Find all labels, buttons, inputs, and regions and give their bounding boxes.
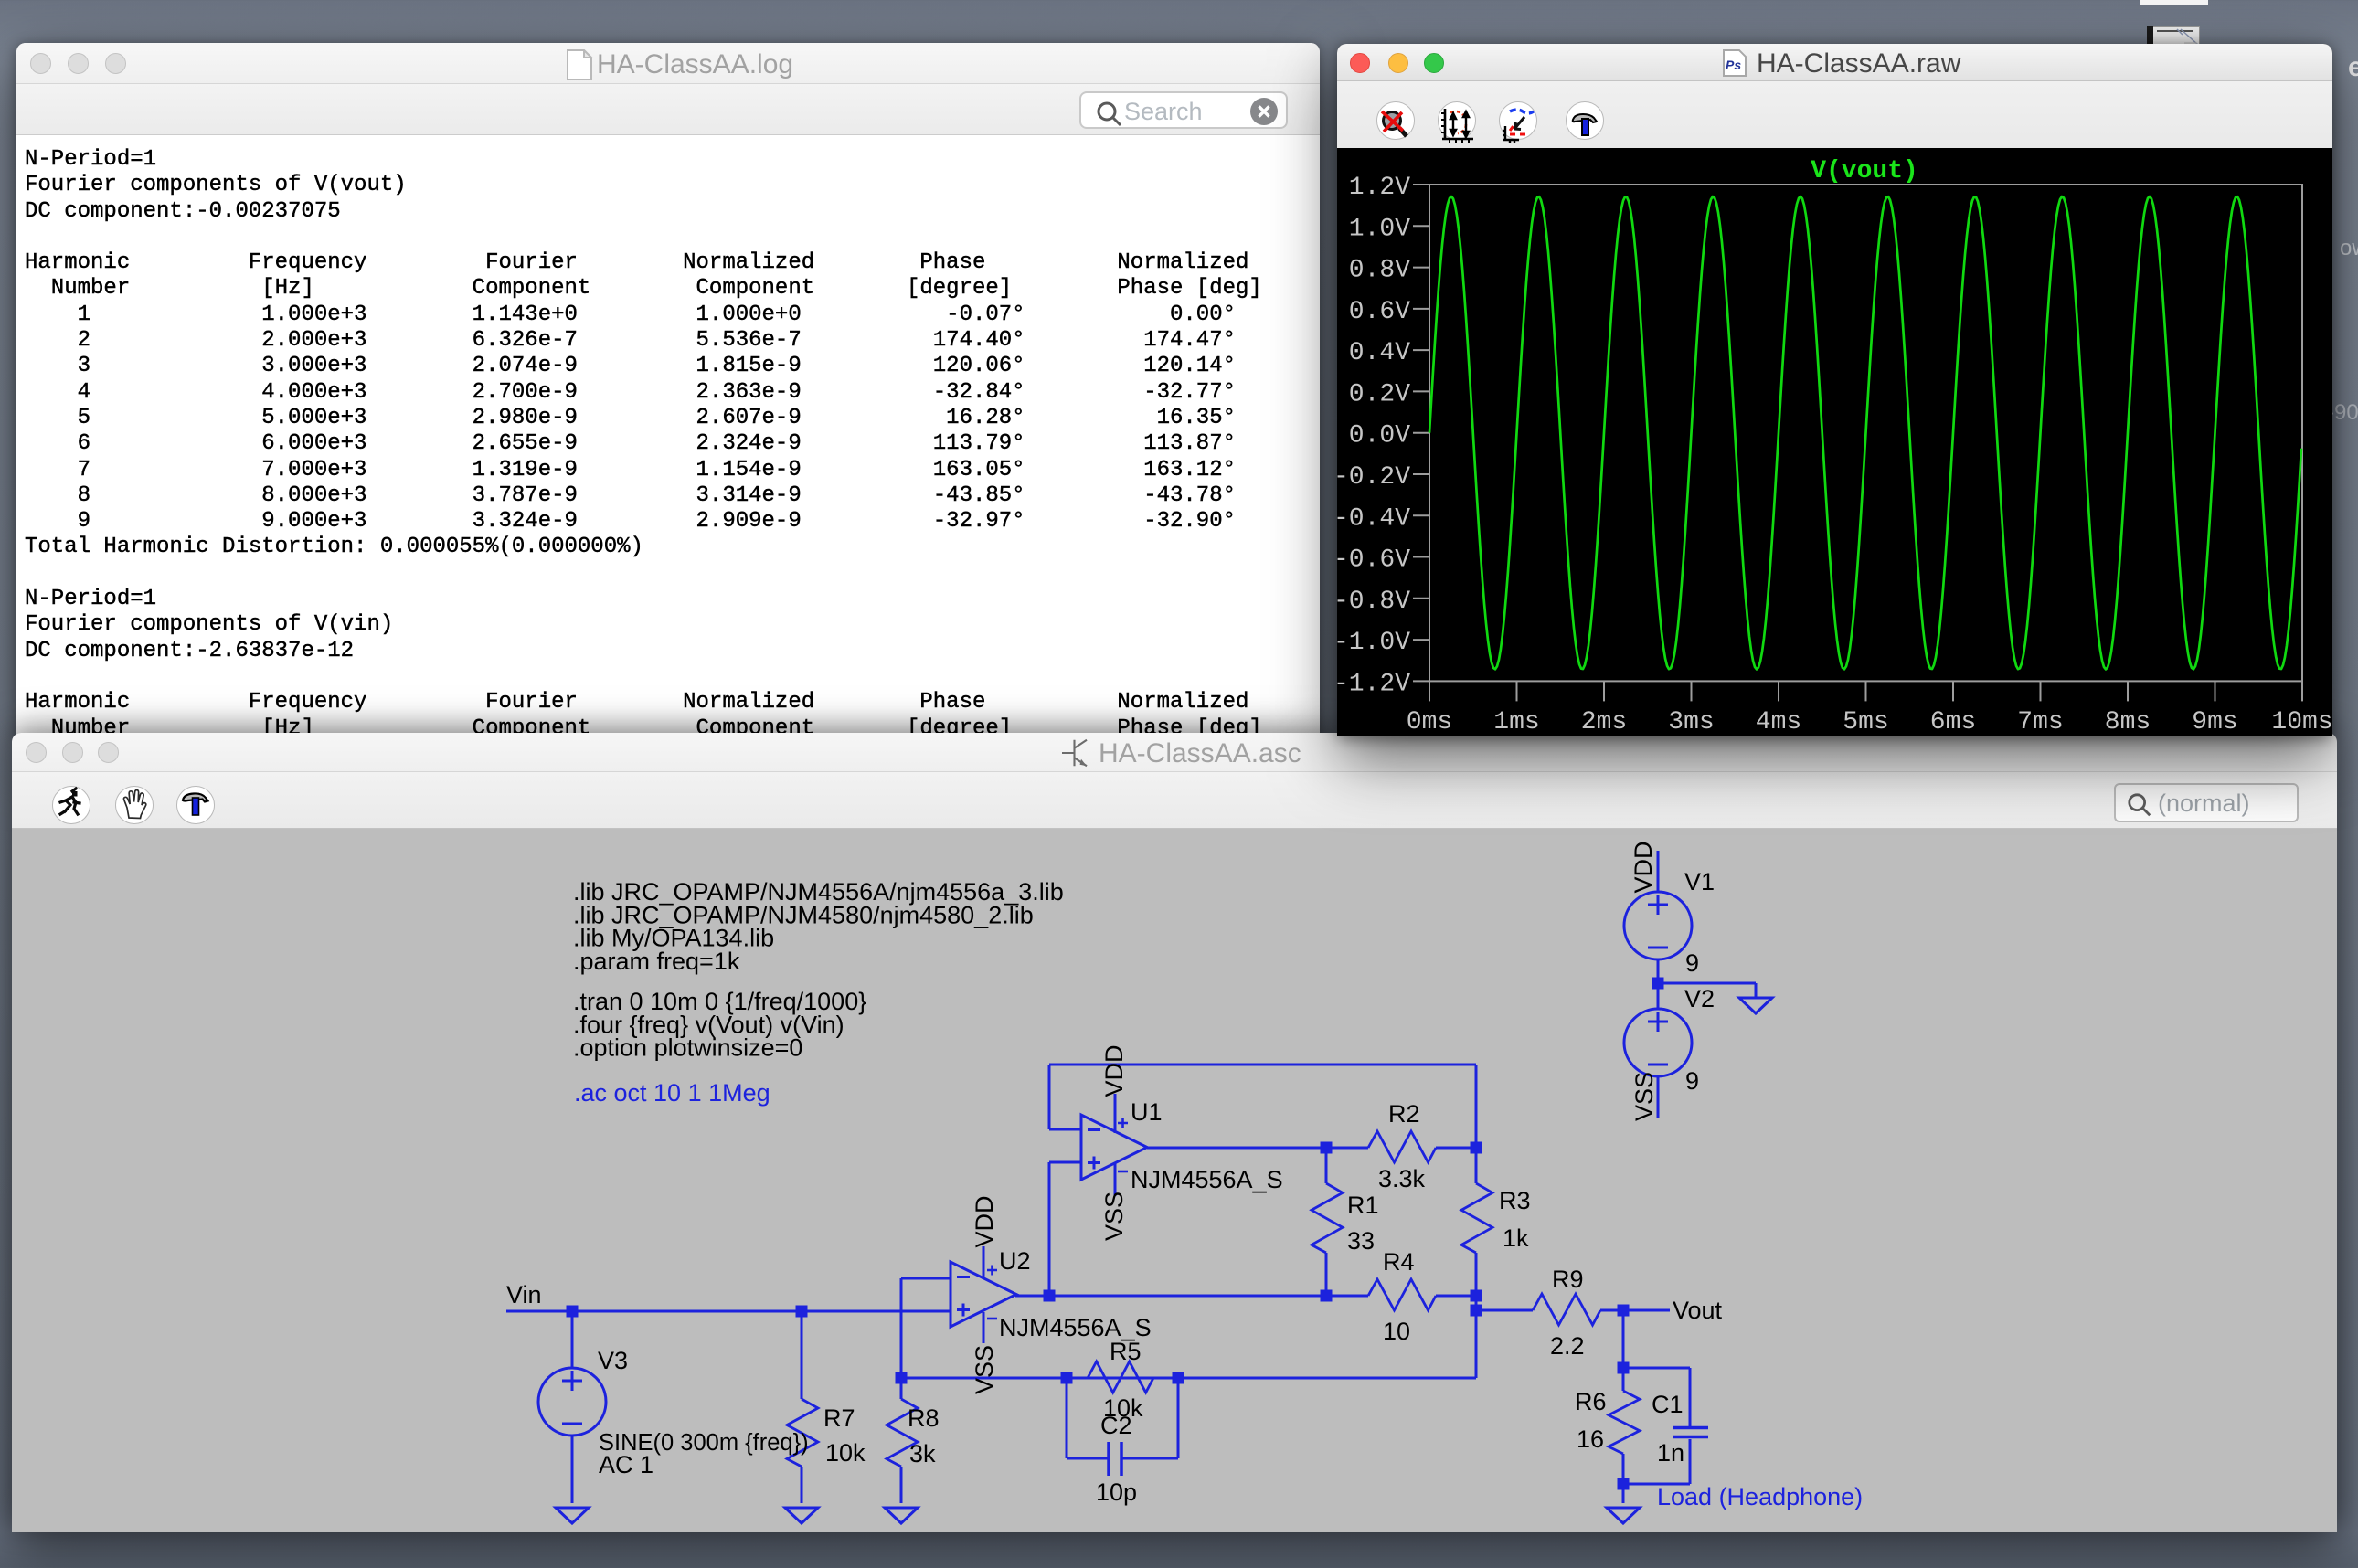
svg-text:.ac oct 10 1 1Meg: .ac oct 10 1 1Meg <box>574 1079 770 1107</box>
svg-text:R1: R1 <box>1347 1192 1379 1219</box>
svg-text:9: 9 <box>1685 1067 1699 1095</box>
svg-text:1k: 1k <box>1503 1224 1529 1252</box>
svg-text:-0.2V: -0.2V <box>1337 463 1410 492</box>
svg-text:33: 33 <box>1347 1227 1375 1255</box>
svg-text:3ms: 3ms <box>1668 708 1714 736</box>
svg-text:1.0V: 1.0V <box>1349 215 1410 243</box>
svg-text:NJM4556A_S: NJM4556A_S <box>1131 1166 1283 1193</box>
svg-text:1ms: 1ms <box>1493 708 1539 736</box>
svg-text:V1: V1 <box>1684 868 1715 895</box>
svg-text:C1: C1 <box>1652 1391 1684 1418</box>
svg-text:10: 10 <box>1383 1318 1410 1345</box>
svg-text:1n: 1n <box>1657 1439 1684 1467</box>
svg-text:0.8V: 0.8V <box>1349 257 1410 285</box>
svg-text:AC 1: AC 1 <box>599 1451 653 1478</box>
svg-text:2ms: 2ms <box>1581 708 1627 736</box>
svg-text:10k: 10k <box>825 1439 866 1467</box>
svg-text:-1.2V: -1.2V <box>1337 670 1410 698</box>
svg-text:R9: R9 <box>1552 1266 1584 1293</box>
svg-text:7ms: 7ms <box>2017 708 2063 736</box>
svg-text:8ms: 8ms <box>2105 708 2151 736</box>
svg-text:U2: U2 <box>999 1247 1031 1275</box>
svg-text:0.6V: 0.6V <box>1349 298 1410 326</box>
svg-text:Ps: Ps <box>1726 58 1741 72</box>
svg-text:R4: R4 <box>1383 1248 1415 1276</box>
svg-text:VDD: VDD <box>1100 1044 1128 1097</box>
svg-text:V(vout): V(vout) <box>1811 157 1918 185</box>
svg-text:9: 9 <box>1685 949 1699 977</box>
svg-text:VDD: VDD <box>1630 841 1657 893</box>
svg-text:4ms: 4ms <box>1756 708 1801 736</box>
svg-text:-0.6V: -0.6V <box>1337 546 1410 575</box>
svg-text:R8: R8 <box>908 1404 940 1432</box>
svg-text:R3: R3 <box>1499 1187 1531 1214</box>
svg-text:2.2: 2.2 <box>1550 1332 1585 1360</box>
svg-text:VSS: VSS <box>1630 1072 1658 1121</box>
svg-text:-0.8V: -0.8V <box>1337 588 1410 616</box>
svg-text:3k: 3k <box>909 1440 936 1467</box>
svg-text:3.3k: 3.3k <box>1378 1165 1426 1192</box>
svg-text:VDD: VDD <box>971 1195 998 1247</box>
svg-text:16: 16 <box>1577 1425 1604 1453</box>
svg-text:0.0V: 0.0V <box>1349 422 1410 450</box>
svg-text:Vout: Vout <box>1673 1297 1723 1324</box>
svg-text:R6: R6 <box>1575 1388 1607 1415</box>
svg-text:VSS: VSS <box>971 1345 998 1394</box>
svg-text:.option plotwinsize=0: .option plotwinsize=0 <box>573 1034 802 1062</box>
svg-text:Load (Headphone): Load (Headphone) <box>1657 1483 1863 1510</box>
svg-text:6ms: 6ms <box>1930 708 1976 736</box>
svg-text:5ms: 5ms <box>1843 708 1888 736</box>
svg-text:R7: R7 <box>823 1404 855 1432</box>
svg-text:-0.4V: -0.4V <box>1337 504 1410 533</box>
svg-text:U1: U1 <box>1131 1098 1163 1126</box>
svg-text:10p: 10p <box>1096 1478 1137 1506</box>
svg-text:R5: R5 <box>1110 1338 1142 1365</box>
svg-text:R2: R2 <box>1388 1100 1420 1128</box>
svg-text:-1.0V: -1.0V <box>1337 629 1410 657</box>
svg-text:C2: C2 <box>1100 1412 1132 1439</box>
svg-text:0ms: 0ms <box>1407 708 1452 736</box>
svg-text:V2: V2 <box>1684 985 1715 1012</box>
svg-text:0.4V: 0.4V <box>1349 339 1410 367</box>
svg-text:9ms: 9ms <box>2192 708 2237 736</box>
svg-text:V3: V3 <box>598 1347 628 1374</box>
svg-text:VSS: VSS <box>1100 1192 1128 1241</box>
svg-text:.param freq=1k: .param freq=1k <box>573 948 740 975</box>
svg-text:0.2V: 0.2V <box>1349 380 1410 408</box>
svg-text:1.2V: 1.2V <box>1349 174 1410 202</box>
svg-text:Vin: Vin <box>506 1281 542 1308</box>
svg-text:10ms: 10ms <box>2271 708 2332 736</box>
